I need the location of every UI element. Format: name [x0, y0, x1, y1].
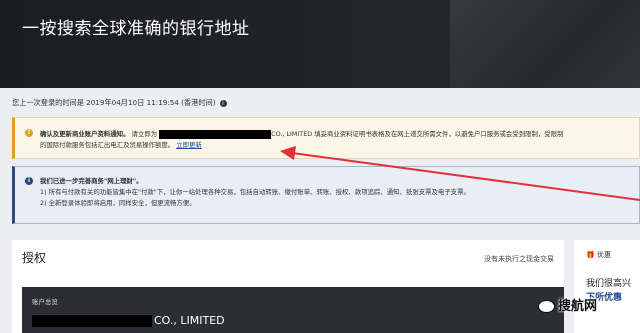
watermark: 搜航网: [538, 295, 597, 314]
watermark-text: 搜航网: [558, 299, 598, 314]
arrow-head: [280, 146, 296, 160]
wechat-icon: [538, 300, 555, 313]
red-annotation-arrow: [280, 146, 640, 201]
arrow-shaft: [291, 152, 640, 201]
